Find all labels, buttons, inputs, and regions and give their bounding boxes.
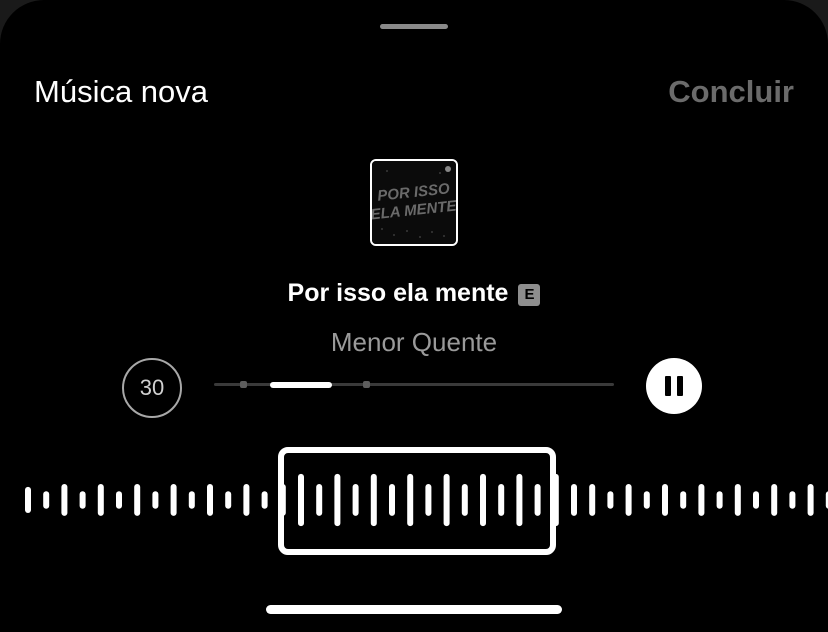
- waveform-bar: [188, 491, 195, 509]
- waveform-bar: [25, 486, 31, 513]
- waveform-bar: [771, 484, 778, 516]
- song-title-row: Por isso ela mente E: [0, 279, 828, 308]
- waveform-bar: [243, 484, 250, 516]
- waveform-bar: [607, 491, 614, 509]
- pause-icon: [665, 376, 671, 396]
- album-art: POR ISSO ELA MENTE: [370, 159, 458, 246]
- explicit-badge: E: [518, 284, 541, 306]
- home-indicator: [266, 605, 562, 614]
- artist-name: Menor Quente: [330, 327, 498, 357]
- waveform-bar: [643, 491, 650, 509]
- waveform-bar: [662, 484, 668, 516]
- page-title: Música nova: [34, 74, 209, 109]
- waveform-bar: [207, 484, 213, 516]
- waveform-bar: [807, 484, 814, 516]
- waveform-bar: [734, 484, 741, 516]
- waveform-bar: [698, 484, 705, 516]
- waveform-bar: [789, 491, 796, 509]
- waveform-bar: [625, 484, 632, 516]
- waveform-bar: [97, 484, 104, 516]
- waveform-bar: [261, 491, 268, 509]
- waveform-bar: [152, 491, 159, 509]
- clip-duration-button[interactable]: 30: [122, 358, 182, 418]
- waveform-bar: [589, 484, 596, 516]
- waveform-bar: [753, 491, 759, 509]
- waveform-bar: [79, 491, 86, 509]
- waveform-bar: [116, 491, 122, 509]
- song-title: Por isso ela mente: [287, 279, 509, 307]
- done-button[interactable]: Concluir: [668, 74, 794, 110]
- waveform-bar: [716, 491, 723, 509]
- music-picker-sheet: Música nova Concluir POR ISSO ELA MENTE …: [0, 0, 828, 632]
- waveform-bar: [170, 484, 177, 516]
- waveform-bar: [61, 484, 68, 516]
- progress-marker-start: [240, 381, 247, 388]
- pause-button[interactable]: [646, 358, 702, 414]
- clip-selector-handle[interactable]: [278, 447, 556, 555]
- waveform-bar: [134, 484, 141, 516]
- waveform-bar: [571, 484, 577, 516]
- progress-marker-end: [363, 381, 370, 388]
- playback-progress-segment: [270, 382, 332, 388]
- grabber-icon[interactable]: [380, 24, 448, 29]
- waveform-bar: [225, 491, 232, 509]
- waveform-bar: [43, 491, 50, 509]
- waveform-bar: [680, 491, 687, 509]
